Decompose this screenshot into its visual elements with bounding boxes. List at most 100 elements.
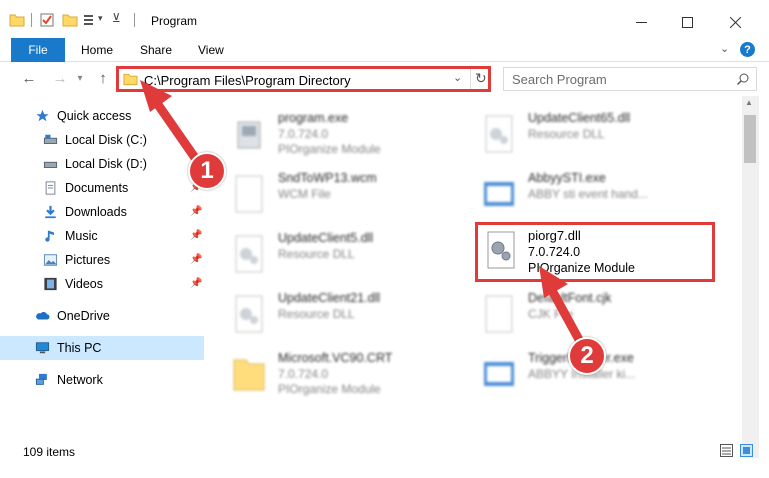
file-item[interactable]: UpdateClient65.dll Resource DLL — [462, 106, 712, 166]
help-button[interactable]: ? — [740, 42, 755, 57]
sidebar-item-music[interactable]: Music 📌 — [0, 224, 204, 248]
music-icon — [45, 230, 54, 242]
title-separator — [31, 13, 32, 27]
title-bar: ▾ ⊻ Program — [0, 0, 769, 38]
minimize-button[interactable] — [618, 8, 664, 36]
sidebar-item-label: Network — [57, 373, 103, 387]
close-icon — [729, 16, 741, 28]
qat-dropdown-icon[interactable]: ⊻ — [112, 11, 121, 25]
scroll-thumb[interactable] — [744, 115, 756, 163]
drive-icon — [43, 134, 58, 144]
scroll-up-icon[interactable]: ▲ — [745, 98, 753, 107]
sidebar-item-pictures[interactable]: Pictures 📌 — [0, 248, 204, 272]
file-version: Resource DLL — [278, 247, 355, 261]
address-dropdown-icon[interactable]: ⌄ — [453, 71, 462, 84]
generic-file-icon — [485, 295, 513, 333]
chevron-down-icon: ▾ — [77, 72, 83, 84]
title-separator — [134, 13, 135, 27]
search-placeholder: Search Program — [512, 72, 607, 87]
refresh-icon[interactable]: ↻ — [475, 70, 487, 87]
maximize-button[interactable] — [664, 8, 710, 36]
sidebar-item-downloads[interactable]: Downloads 📌 — [0, 200, 204, 224]
file-item[interactable]: UpdateClient5.dll Resource DLL — [212, 226, 462, 286]
sidebar-item-label: OneDrive — [57, 309, 110, 323]
file-name: piorg7.dll — [528, 228, 581, 243]
dll-file-icon — [235, 235, 263, 273]
recent-locations-button[interactable]: ▾ — [71, 69, 89, 87]
back-button[interactable]: ← — [20, 69, 38, 87]
address-path: C:\Program Files\Program Directory — [144, 73, 351, 88]
details-view-icon[interactable] — [720, 444, 733, 457]
cloud-icon — [36, 311, 50, 320]
pin-icon[interactable]: 📌 — [190, 230, 202, 241]
file-name: program.exe — [278, 111, 349, 125]
minimize-icon — [635, 21, 647, 23]
sidebar-item-onedrive[interactable]: OneDrive — [0, 304, 204, 328]
up-button[interactable]: ↑ — [94, 69, 112, 87]
search-icon — [737, 73, 749, 85]
sidebar-item-this-pc[interactable]: This PC — [0, 336, 204, 360]
tab-view[interactable]: View — [198, 38, 224, 62]
sidebar-item-label: Downloads — [65, 205, 127, 219]
close-button[interactable] — [712, 8, 758, 36]
arrow-up-icon: ↑ — [99, 69, 107, 87]
file-item[interactable]: program.exe 7.0.724.0 PIOrganize Module — [212, 106, 462, 166]
file-name: Microsoft.VC90.CRT — [278, 351, 393, 365]
sidebar-item-label: This PC — [57, 341, 102, 355]
file-item[interactable]: Microsoft.VC90.CRT 7.0.724.0 PIOrganize … — [212, 346, 462, 406]
dll-file-icon — [235, 295, 263, 333]
pin-icon[interactable]: 📌 — [190, 254, 202, 265]
sidebar-item-label: Local Disk (C:) — [65, 133, 147, 147]
documents-icon — [45, 181, 56, 195]
network-icon — [35, 373, 47, 385]
customize-qat-icon[interactable] — [82, 12, 98, 28]
dll-file-icon — [485, 115, 513, 153]
properties-icon[interactable] — [39, 12, 55, 28]
status-bar: 109 items — [0, 438, 769, 462]
file-item-piorg7-dll[interactable]: piorg7.dll 7.0.724.0 PIOrganize Module — [475, 222, 715, 282]
sidebar-item-documents[interactable]: Documents 📌 — [0, 176, 204, 200]
exe-file-icon — [484, 182, 514, 206]
sidebar-item-label: Documents — [65, 181, 129, 195]
large-icons-view-icon[interactable] — [740, 444, 753, 457]
file-name: AbbyySTI.exe — [528, 171, 606, 185]
exe-file-icon — [484, 362, 514, 386]
star-icon — [36, 109, 49, 122]
new-folder-icon[interactable] — [62, 12, 78, 28]
search-input[interactable]: Search Program — [503, 67, 757, 91]
sidebar-item-label: Local Disk (D:) — [65, 157, 147, 171]
sidebar-item-local-disk-d[interactable]: Local Disk (D:) — [0, 152, 204, 176]
tab-home[interactable]: Home — [81, 38, 113, 62]
file-name: UpdateClient21.dll — [278, 291, 381, 305]
callout-2: 2 — [568, 337, 606, 375]
exe-file-icon — [237, 121, 261, 149]
sidebar-item-label: Pictures — [65, 253, 111, 267]
tab-share[interactable]: Share — [140, 38, 172, 62]
sidebar-item-label: Quick access — [57, 109, 132, 123]
file-version: Resource DLL — [278, 307, 355, 321]
chevron-down-icon[interactable]: ▾ — [98, 13, 103, 24]
pictures-icon — [43, 254, 58, 266]
expand-ribbon-icon[interactable]: ⌄ — [720, 42, 729, 55]
address-bar[interactable]: C:\Program Files\Program Directory ⌄ ↻ — [116, 66, 491, 92]
sidebar-item-network[interactable]: Network — [0, 368, 204, 392]
sidebar-item-label: Videos — [65, 277, 103, 291]
tab-file[interactable]: File — [11, 38, 65, 62]
computer-icon — [35, 342, 50, 354]
file-version: ABBY sti event hand... — [528, 187, 648, 201]
file-item[interactable]: UpdateClient21.dll Resource DLL — [212, 286, 462, 346]
file-item[interactable]: AbbyySTI.exe ABBY sti event hand... — [462, 166, 712, 226]
forward-button[interactable]: → — [51, 69, 69, 87]
address-divider — [470, 69, 471, 89]
file-version: Resource DLL — [528, 127, 605, 141]
pin-icon[interactable]: 📌 — [190, 206, 202, 217]
file-type: PIOrganize Module — [278, 142, 381, 156]
file-item[interactable]: SndToWP13.wcm WCM File — [212, 166, 462, 226]
sidebar-item-quick-access[interactable]: Quick access — [0, 104, 204, 128]
folder-icon — [9, 14, 25, 27]
sidebar-item-local-disk-c[interactable]: Local Disk (C:) — [0, 128, 204, 152]
dll-file-icon — [487, 231, 515, 269]
pin-icon[interactable]: 📌 — [190, 278, 202, 289]
sidebar-item-videos[interactable]: Videos 📌 — [0, 272, 204, 296]
file-type: PIOrganize Module — [528, 261, 636, 275]
